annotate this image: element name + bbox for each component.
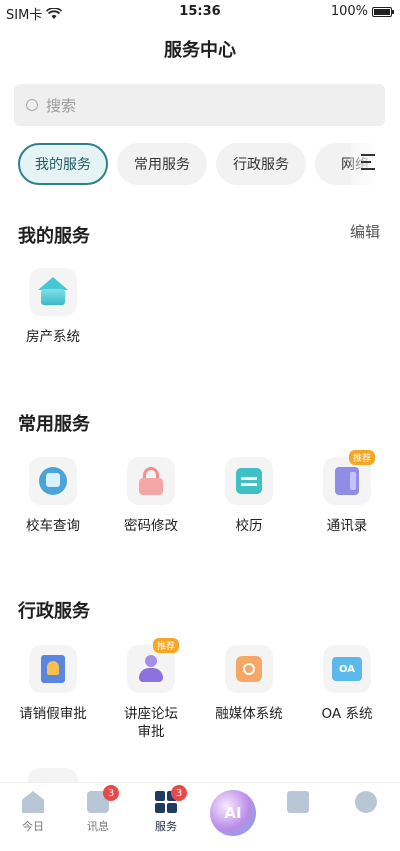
nav-today[interactable]: 今日 bbox=[3, 791, 63, 834]
service-label: 校历 bbox=[235, 518, 263, 534]
recommend-badge: 推荐 bbox=[152, 638, 179, 653]
service-calendar[interactable]: 校历 bbox=[204, 457, 294, 535]
nav-user[interactable] bbox=[336, 791, 396, 813]
nav-label: 服务 bbox=[155, 820, 177, 833]
section-title-common-services: 常用服务 bbox=[18, 414, 90, 435]
nav-label: 今日 bbox=[22, 820, 44, 833]
status-right: 100% bbox=[330, 4, 394, 19]
lock-icon bbox=[127, 457, 175, 505]
section-title-my-services: 我的服务 bbox=[18, 226, 90, 247]
service-label: 通讯录 bbox=[326, 518, 368, 534]
leave-approval-icon bbox=[29, 645, 77, 693]
bus-icon bbox=[29, 457, 77, 505]
service-label: 校车查询 bbox=[26, 518, 80, 534]
bottom-nav: 今日 3 讯息 3 服务 bbox=[0, 782, 400, 851]
recommend-badge: 推荐 bbox=[348, 450, 375, 465]
search-icon bbox=[26, 99, 38, 111]
tab-common-services[interactable]: 常用服务 bbox=[117, 143, 207, 185]
calendar-icon bbox=[225, 457, 273, 505]
page-title: 服务中心 bbox=[164, 40, 236, 61]
search-input[interactable]: 搜索 bbox=[14, 84, 385, 126]
search-placeholder: 搜索 bbox=[46, 96, 77, 115]
battery-icon bbox=[372, 6, 394, 17]
oa-icon: OA bbox=[323, 645, 371, 693]
unread-badge: 3 bbox=[171, 785, 187, 801]
service-bus-query[interactable]: 校车查询 bbox=[8, 457, 98, 535]
service-label: 融媒体系统 bbox=[215, 706, 283, 722]
house-icon bbox=[29, 268, 77, 316]
oa-icon-text: OA bbox=[332, 657, 362, 681]
service-password-change[interactable]: 密码修改 bbox=[106, 457, 196, 535]
tab-admin-services[interactable]: 行政服务 bbox=[216, 143, 306, 185]
unread-badge: 3 bbox=[103, 785, 119, 801]
service-forum-approval[interactable]: 推荐 讲座论坛审批 bbox=[106, 638, 196, 741]
message-icon: 3 bbox=[87, 785, 119, 813]
book-icon bbox=[287, 791, 309, 813]
nav-book[interactable] bbox=[268, 791, 328, 813]
home-icon bbox=[22, 791, 44, 813]
contacts-icon: 推荐 bbox=[323, 450, 375, 505]
nav-messages[interactable]: 3 讯息 bbox=[68, 785, 128, 834]
category-tabs: 我的服务 常用服务 行政服务 网络 bbox=[18, 143, 400, 185]
media-icon bbox=[225, 645, 273, 693]
battery-percent: 100% bbox=[330, 4, 368, 19]
nav-label: 讯息 bbox=[87, 820, 109, 833]
service-leave-approval[interactable]: 请销假审批 bbox=[8, 645, 98, 723]
services-grid-icon: 3 bbox=[155, 785, 187, 813]
service-label: 讲座论坛审批 bbox=[124, 706, 178, 740]
service-label: 密码修改 bbox=[124, 518, 178, 534]
service-label: 请销假审批 bbox=[19, 706, 87, 722]
status-bar: SIM卡 15:36 100% bbox=[0, 0, 400, 26]
tab-my-services[interactable]: 我的服务 bbox=[18, 143, 108, 185]
service-oa-system[interactable]: OA OA 系统 bbox=[302, 645, 392, 723]
service-media-system[interactable]: 融媒体系统 bbox=[204, 645, 294, 723]
forum-approval-icon: 推荐 bbox=[127, 638, 179, 693]
service-house-system[interactable]: 房产系统 bbox=[8, 268, 98, 346]
user-icon bbox=[355, 791, 377, 813]
service-label: 房产系统 bbox=[26, 329, 80, 345]
service-contacts[interactable]: 推荐 通讯录 bbox=[302, 450, 392, 535]
service-label: OA 系统 bbox=[321, 706, 373, 722]
edit-button[interactable]: 编辑 bbox=[350, 221, 380, 242]
section-title-admin-services: 行政服务 bbox=[18, 601, 90, 622]
ai-assistant-button[interactable]: AI bbox=[210, 790, 256, 836]
tabs-menu-icon[interactable] bbox=[361, 154, 379, 175]
nav-services[interactable]: 3 服务 bbox=[136, 785, 196, 834]
